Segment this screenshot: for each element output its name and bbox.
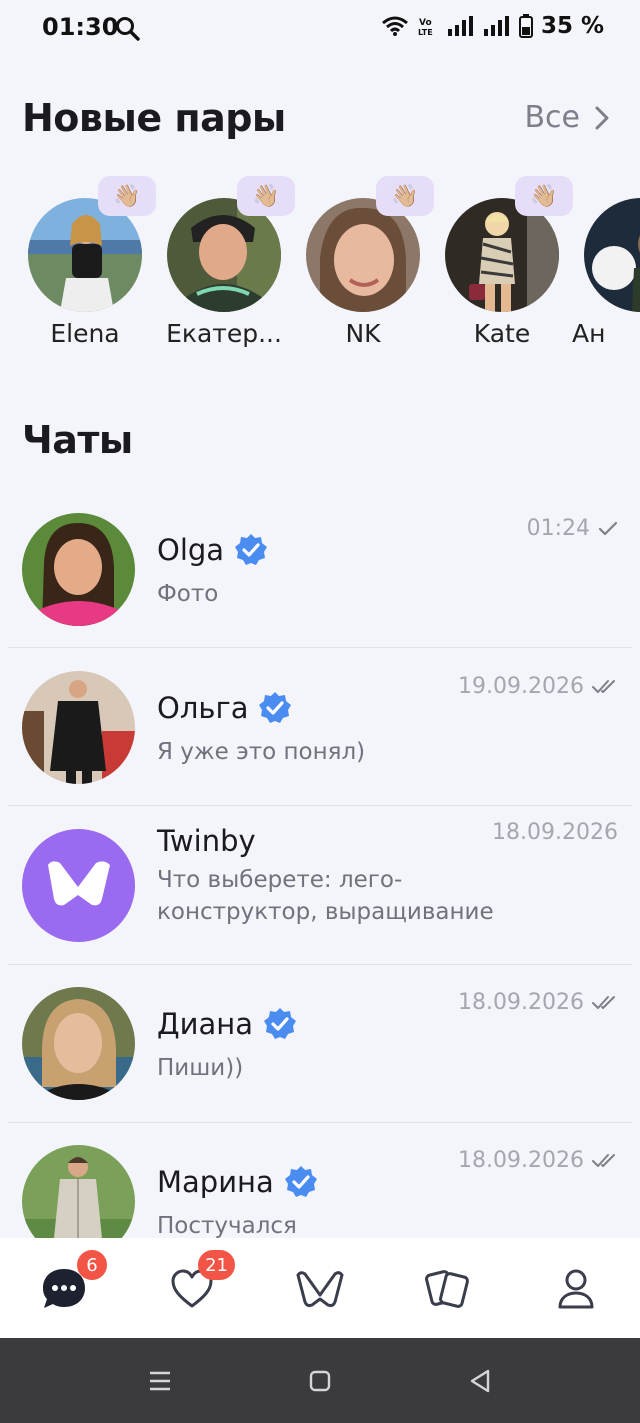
all-pairs-link[interactable]: Все [524, 100, 610, 135]
chat-time: 18.09.2026 [492, 820, 618, 845]
pair-name: Elena [50, 319, 120, 348]
battery-percent: 35 % [540, 13, 604, 39]
pair-name: NK [345, 319, 381, 348]
status-time: 01:30 [42, 13, 119, 41]
pair-name: Ан [572, 319, 606, 348]
volte-icon: Vo LTE [418, 18, 433, 37]
chat-meta: 18.09.2026 [492, 820, 618, 845]
twinby-logo-icon [48, 861, 110, 906]
nav-chats[interactable]: 6 [39, 1250, 107, 1314]
chat-meta: 18.09.2026 [458, 1148, 618, 1173]
avatar [22, 671, 135, 784]
chat-meta: 19.09.2026 [458, 674, 618, 699]
avatar [22, 513, 135, 626]
pair-name: Екатер... [166, 319, 282, 348]
single-check-icon [598, 521, 618, 535]
chats-title: Чаты [22, 418, 133, 462]
chats-badge: 6 [77, 1250, 107, 1280]
square-icon [309, 1370, 331, 1392]
avatar [22, 1145, 135, 1238]
battery-icon [518, 14, 533, 38]
chevron-right-icon [595, 106, 609, 129]
svg-text:LTE: LTE [418, 28, 433, 37]
new-pairs-title: Новые пары [22, 96, 286, 140]
signal-icon-2 [483, 16, 509, 36]
twinby-avatar [22, 829, 135, 942]
chat-last-message: Постучался [157, 1213, 297, 1238]
chat-time: 18.09.2026 [458, 990, 584, 1015]
pair-item[interactable]: 👋🏼 Elena [20, 176, 156, 356]
verified-badge-icon [264, 1008, 297, 1039]
chat-list: Olga Фото 01:24 Ольга Я уже это понял) 1… [0, 488, 640, 1238]
chat-name-wrap: Марина [157, 1165, 318, 1199]
chat-time: 01:24 [526, 516, 590, 541]
nav-likes[interactable]: 21 [167, 1250, 235, 1314]
system-nav-bar [0, 1338, 640, 1423]
pair-item[interactable]: 👋🏼 NK [298, 176, 434, 356]
chat-name: Olga [157, 533, 225, 567]
status-indicators: Vo LTE 35 % [381, 13, 604, 39]
chat-meta: 01:24 [527, 516, 618, 541]
chat-name-wrap: Twinby [157, 824, 256, 858]
back-triangle-icon [470, 1369, 490, 1393]
chat-name-wrap: Olga [157, 533, 268, 567]
profile-icon [558, 1269, 594, 1309]
chat-row[interactable]: Twinby Что выберете: лего-конструктор, в… [0, 804, 640, 962]
double-check-icon [592, 679, 615, 693]
chat-last-message: Я уже это понял) [157, 739, 366, 765]
chat-last-message: Что выберете: лего-конструктор, выращива… [157, 867, 494, 925]
verified-badge-icon [284, 1166, 317, 1197]
status-bar: 01:30 Vo LTE 35 % [0, 0, 640, 56]
all-pairs-label: Все [524, 100, 580, 135]
pair-item[interactable]: 👋🏼 Kate [437, 176, 573, 356]
likes-badge: 21 [198, 1250, 235, 1280]
chat-last-message: Фото [157, 581, 219, 607]
wave-emoji-badge: 👋🏼 [376, 176, 434, 216]
pair-item[interactable]: 👋🏼 Екатер... [159, 176, 295, 356]
nav-cards[interactable] [423, 1264, 473, 1314]
pair-name: Kate [473, 319, 531, 348]
nav-home[interactable] [295, 1264, 345, 1314]
wave-emoji-badge: 👋🏼 [237, 176, 295, 216]
wave-emoji-badge: 👋🏼 [98, 176, 156, 216]
avatar [22, 987, 135, 1100]
home-button[interactable] [305, 1366, 335, 1396]
chat-name: Twinby [157, 824, 256, 858]
chat-name: Марина [157, 1165, 274, 1199]
double-check-icon [592, 995, 615, 1009]
svg-text:Vo: Vo [419, 18, 432, 28]
chat-last-message: Пиши)) [157, 1055, 244, 1081]
chat-row[interactable]: Olga Фото 01:24 [0, 488, 640, 646]
signal-icon [447, 16, 473, 36]
chat-name: Ольга [157, 691, 249, 725]
chat-row[interactable]: Диана Пиши)) 18.09.2026 [0, 962, 640, 1120]
search-icon [116, 17, 140, 41]
menu-icon [150, 1371, 170, 1391]
double-check-icon [592, 1153, 615, 1167]
avatar [584, 198, 640, 312]
chat-time: 18.09.2026 [458, 1148, 584, 1173]
pair-item[interactable]: Ан [572, 176, 640, 356]
back-button[interactable] [465, 1366, 495, 1396]
nav-profile[interactable] [551, 1264, 601, 1314]
chat-meta: 18.09.2026 [458, 990, 618, 1015]
verified-badge-icon [235, 534, 268, 565]
chat-row[interactable]: Марина Постучался 18.09.2026 [0, 1120, 640, 1238]
chat-name: Диана [157, 1007, 254, 1041]
chat-name-wrap: Ольга [157, 691, 292, 725]
chat-row[interactable]: Ольга Я уже это понял) 19.09.2026 [0, 646, 640, 804]
wave-emoji-badge: 👋🏼 [515, 176, 573, 216]
new-pairs-list: 👋🏼 Elena 👋🏼 Екатер... 👋🏼 NK 👋🏼 Kate Ан [0, 176, 640, 356]
wifi-icon [381, 16, 408, 36]
recent-apps-button[interactable] [145, 1366, 175, 1396]
verified-badge-icon [259, 692, 292, 723]
twinby-logo-icon [296, 1271, 344, 1308]
cards-icon [425, 1270, 469, 1308]
chat-name-wrap: Диана [157, 1007, 297, 1041]
chat-time: 19.09.2026 [458, 674, 584, 699]
bottom-nav: 6 21 [0, 1238, 640, 1338]
